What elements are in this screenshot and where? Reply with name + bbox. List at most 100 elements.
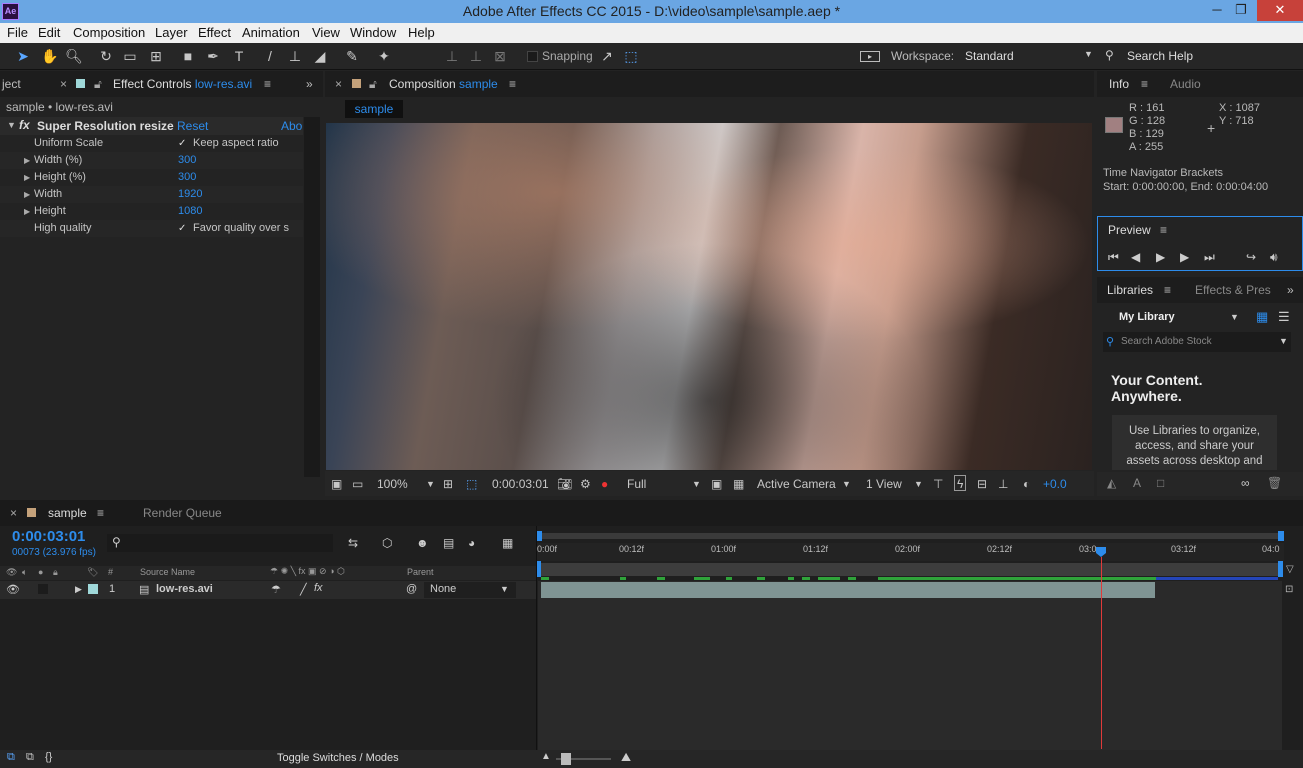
- eye-icon[interactable]: 👁︎: [6, 583, 20, 596]
- tab-libraries[interactable]: Libraries: [1107, 277, 1153, 303]
- grid-view-icon[interactable]: ▦: [1256, 309, 1268, 325]
- motion-blur-icon[interactable]: ◕: [468, 536, 475, 550]
- label-column-icon[interactable]: 🏷︎: [87, 567, 98, 578]
- close-button[interactable]: ✕: [1257, 0, 1303, 21]
- snapping-checkbox[interactable]: [527, 51, 538, 62]
- workspace-switch-icon[interactable]: ▸: [860, 51, 880, 62]
- roto-brush-tool-icon[interactable]: ✎: [342, 47, 362, 65]
- layer-row[interactable]: 👁︎ ▶ 1 ▤ low-res.avi ☂ ╱ fx @ None ▼: [0, 581, 536, 599]
- resolution-select[interactable]: Full: [627, 476, 646, 492]
- tab-effect-controls[interactable]: Effect Controls low-res.avi: [113, 71, 252, 97]
- transparency-grid-icon[interactable]: ▦: [733, 476, 744, 492]
- panel-menu-icon[interactable]: ≡: [1141, 71, 1148, 97]
- about-link[interactable]: Abo: [281, 119, 302, 133]
- workspace-select[interactable]: Standard: [965, 49, 1014, 63]
- close-tab-icon[interactable]: ×: [60, 71, 67, 97]
- effect-header-row[interactable]: ▼ fx Super Resolution resize Reset Abo: [0, 117, 303, 135]
- quality-switch-icon[interactable]: ╱: [300, 583, 307, 596]
- snapshot-icon[interactable]: 📷︎: [557, 476, 572, 492]
- search-help-input[interactable]: Search Help: [1127, 49, 1193, 63]
- expand-arrow-icon[interactable]: ▼: [7, 120, 16, 130]
- panel-menu-icon[interactable]: ≡: [264, 71, 271, 97]
- reset-link[interactable]: Reset: [177, 119, 208, 133]
- effects-switch-icon[interactable]: fx: [314, 582, 323, 594]
- always-preview-icon[interactable]: ▣: [331, 476, 342, 492]
- show-snapshot-icon[interactable]: ⚙: [580, 476, 591, 492]
- resolution-dropdown-icon[interactable]: ▼: [692, 476, 701, 492]
- checkbox[interactable]: ✓: [178, 138, 189, 149]
- tab-composition[interactable]: Composition sample: [389, 71, 498, 97]
- zoom-select[interactable]: 100%: [377, 476, 408, 492]
- zoom-in-icon[interactable]: ⛰: [621, 750, 631, 765]
- channels-icon[interactable]: ●: [601, 476, 608, 492]
- navigator-end-handle[interactable]: [1278, 531, 1284, 541]
- library-dropdown-icon[interactable]: ▼: [1230, 312, 1239, 322]
- graph-editor-icon[interactable]: ▦: [502, 536, 513, 550]
- pen-tool-icon[interactable]: ✒: [203, 47, 223, 65]
- lock-icon[interactable]: 🔓︎: [94, 71, 102, 97]
- fast-preview-icon[interactable]: ϟ: [954, 475, 967, 491]
- safe-zones-icon[interactable]: ⬚: [466, 476, 477, 492]
- clone-stamp-tool-icon[interactable]: ⊥: [285, 47, 305, 65]
- panel-menu-icon[interactable]: ≡: [509, 71, 516, 97]
- monitor-icon[interactable]: ▭: [352, 476, 363, 492]
- library-select[interactable]: My Library: [1119, 311, 1175, 323]
- fx-icon[interactable]: fx: [19, 118, 30, 132]
- tab-project-partial[interactable]: ject: [2, 71, 21, 97]
- brush-tool-icon[interactable]: /: [260, 47, 280, 65]
- draft-3d-icon[interactable]: ⬡: [382, 536, 392, 550]
- trash-icon[interactable]: 🗑︎: [1267, 476, 1282, 490]
- time-navigator[interactable]: [538, 533, 1282, 539]
- lock-column-icon[interactable]: 🔒︎: [53, 567, 58, 578]
- layer-search-input[interactable]: ⚲: [107, 534, 333, 552]
- close-tab-icon[interactable]: ×: [10, 500, 17, 526]
- view-layout-select[interactable]: 1 View: [866, 476, 902, 492]
- solo-switch[interactable]: [38, 584, 48, 594]
- viewer-frame[interactable]: [326, 123, 1092, 470]
- axis-local-icon[interactable]: ⊥: [442, 47, 462, 65]
- rotate-tool-icon[interactable]: ↻: [96, 47, 116, 65]
- loop-icon[interactable]: ↪: [1246, 250, 1256, 264]
- lock-icon[interactable]: 🔓︎: [369, 71, 377, 97]
- view-dropdown-icon[interactable]: ▼: [914, 476, 923, 492]
- tab-info[interactable]: Info: [1109, 71, 1129, 97]
- type-tool-icon[interactable]: T: [229, 47, 249, 65]
- frame-blending-icon[interactable]: ▤: [443, 536, 454, 550]
- pick-whip-icon[interactable]: @: [406, 583, 417, 595]
- creative-cloud-icon[interactable]: ∞: [1241, 476, 1250, 490]
- eraser-tool-icon[interactable]: ◢: [310, 47, 330, 65]
- close-tab-icon[interactable]: ×: [335, 71, 342, 97]
- exposure-value[interactable]: +0.0: [1043, 476, 1067, 492]
- menu-window[interactable]: Window: [350, 25, 396, 40]
- in-out-icon[interactable]: {}: [45, 751, 52, 763]
- expand-arrow-icon[interactable]: ▶: [24, 152, 30, 169]
- layer-label-swatch[interactable]: [88, 584, 98, 594]
- audio-icon[interactable]: 🔊︎: [1270, 250, 1278, 265]
- video-toggle-icon[interactable]: 👁︎: [6, 567, 17, 578]
- panel-overflow-icon[interactable]: »: [1287, 277, 1294, 303]
- timeline-icon[interactable]: ⊟: [977, 476, 987, 492]
- expand-arrow-icon[interactable]: ▶: [24, 203, 30, 220]
- pan-behind-tool-icon[interactable]: ⊞: [146, 47, 166, 65]
- work-area-end[interactable]: [1278, 561, 1283, 577]
- expand-arrow-icon[interactable]: ▶: [24, 186, 30, 203]
- zoom-slider-thumb[interactable]: [561, 753, 571, 765]
- axis-world-icon[interactable]: ⊥: [466, 47, 486, 65]
- track-area[interactable]: [538, 581, 1282, 751]
- checkbox[interactable]: ✓: [178, 223, 189, 234]
- next-frame-icon[interactable]: ▶: [1180, 250, 1189, 264]
- shy-layers-icon[interactable]: ☻: [416, 536, 429, 550]
- panel-menu-icon[interactable]: ≡: [1164, 277, 1171, 303]
- last-frame-icon[interactable]: ⏭: [1204, 250, 1215, 265]
- fit-icon[interactable]: ⊞: [443, 476, 453, 492]
- comp-mini-flowchart-icon[interactable]: ⇆: [348, 536, 358, 550]
- snap-features-icon[interactable]: ⬚: [621, 47, 641, 65]
- menu-help[interactable]: Help: [408, 25, 435, 40]
- toggle-switches-modes-button[interactable]: Toggle Switches / Modes: [277, 752, 399, 764]
- zoom-out-icon[interactable]: ▲: [541, 751, 551, 762]
- zoom-tool-icon[interactable]: 🔍︎: [64, 47, 84, 65]
- flowchart-icon[interactable]: ⊥: [998, 476, 1008, 492]
- restore-button[interactable]: ❐: [1227, 0, 1255, 21]
- camera-dropdown-icon[interactable]: ▼: [842, 476, 851, 492]
- panel-overflow-icon[interactable]: »: [306, 71, 313, 97]
